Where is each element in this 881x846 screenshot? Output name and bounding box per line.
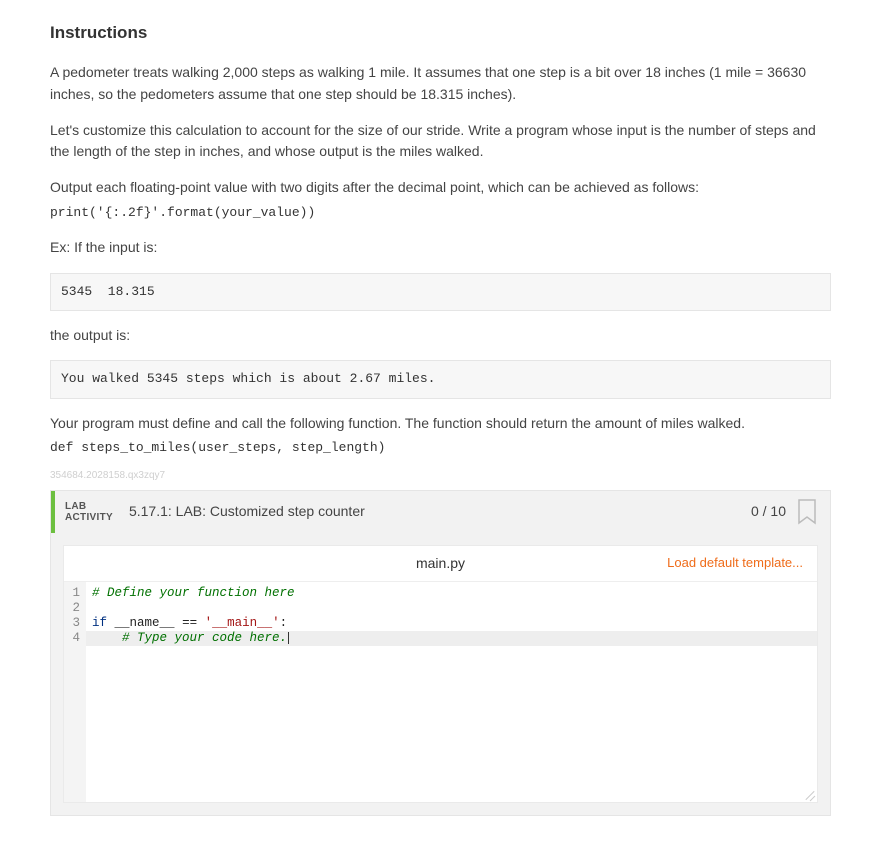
input-example-block: 5345 18.315 bbox=[50, 273, 831, 311]
instructions-para-2: Let's customize this calculation to acco… bbox=[50, 120, 831, 163]
watermark-id: 354684.2028158.qx3zqy7 bbox=[50, 468, 831, 484]
lab-score: 0 / 10 bbox=[751, 501, 786, 523]
example-intro: Ex: If the input is: bbox=[50, 237, 831, 259]
line-number-gutter: 1 2 3 4 bbox=[64, 582, 86, 802]
lab-activity-tag: LAB ACTIVITY bbox=[55, 495, 123, 529]
function-signature: def steps_to_miles(user_steps, step_leng… bbox=[50, 440, 385, 455]
file-tab-main[interactable]: main.py bbox=[416, 553, 465, 575]
load-default-template-link[interactable]: Load default template... bbox=[667, 553, 803, 573]
function-def-intro: Your program must define and call the fo… bbox=[50, 413, 831, 435]
code-content[interactable]: # Define your function here if __name__ … bbox=[86, 582, 817, 802]
editor-tab-bar: main.py Load default template... bbox=[64, 546, 817, 582]
output-format-intro: Output each floating-point value with tw… bbox=[50, 177, 831, 199]
output-intro: the output is: bbox=[50, 325, 831, 347]
code-editor[interactable]: 1 2 3 4 # Define your function here if _… bbox=[64, 582, 817, 802]
lab-title: 5.17.1: LAB: Customized step counter bbox=[123, 501, 751, 523]
instructions-heading: Instructions bbox=[50, 20, 831, 46]
resize-handle-icon[interactable] bbox=[803, 788, 815, 800]
print-example-code: print('{:.2f}'.format(your_value)) bbox=[50, 205, 315, 220]
lab-header: LAB ACTIVITY 5.17.1: LAB: Customized ste… bbox=[51, 491, 830, 533]
output-example-block: You walked 5345 steps which is about 2.6… bbox=[50, 360, 831, 398]
text-cursor bbox=[288, 632, 289, 644]
bookmark-icon[interactable] bbox=[796, 498, 818, 526]
instructions-para-1: A pedometer treats walking 2,000 steps a… bbox=[50, 62, 831, 105]
lab-activity-box: LAB ACTIVITY 5.17.1: LAB: Customized ste… bbox=[50, 490, 831, 816]
code-editor-area: main.py Load default template... 1 2 3 4… bbox=[63, 545, 818, 803]
